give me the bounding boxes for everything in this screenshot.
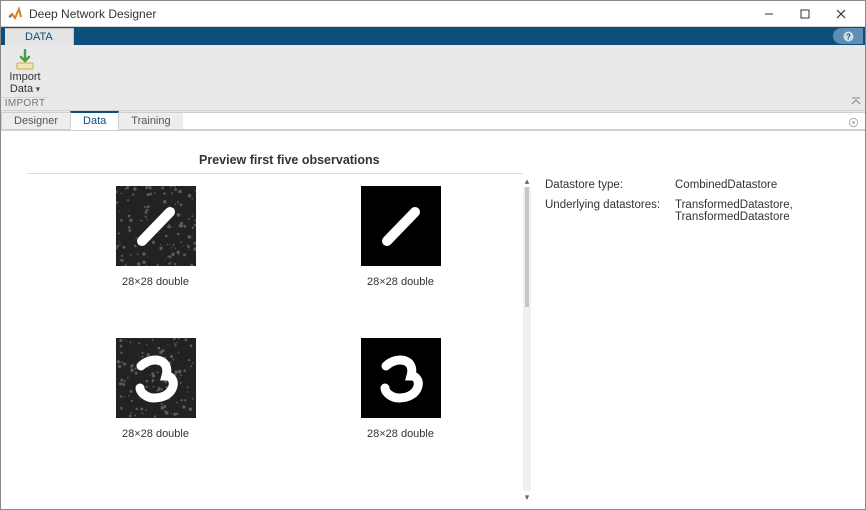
help-button[interactable]: ? bbox=[833, 28, 863, 44]
tab-options-icon[interactable] bbox=[847, 116, 859, 128]
preview-caption: 28×28 double bbox=[328, 276, 473, 288]
tab-data[interactable]: Data bbox=[70, 111, 119, 130]
ribbon-group-import: Import Data IMPORT bbox=[1, 45, 49, 109]
preview-thumbnail bbox=[116, 186, 196, 266]
preview-caption: 28×28 double bbox=[328, 428, 473, 440]
info-row-datastore-type: Datastore type: CombinedDatastore bbox=[545, 179, 855, 191]
preview-thumbnail bbox=[361, 186, 441, 266]
preview-cell: 28×28 double bbox=[328, 186, 473, 288]
toolstrip-tab-data[interactable]: DATA bbox=[5, 28, 74, 45]
preview-cell: 28×28 double bbox=[328, 338, 473, 440]
info-pane: Datastore type: CombinedDatastore Underl… bbox=[533, 131, 865, 509]
preview-caption: 28×28 double bbox=[83, 276, 228, 288]
info-row-underlying: Underlying datastores: TransformedDatast… bbox=[545, 199, 855, 223]
matlab-icon bbox=[7, 6, 23, 22]
subtabs-spacer bbox=[183, 112, 865, 130]
tab-training[interactable]: Training bbox=[118, 112, 183, 130]
underlying-label: Underlying datastores: bbox=[545, 199, 675, 223]
scroll-thumb[interactable] bbox=[525, 187, 529, 307]
preview-scrollbar[interactable]: ▴ ▾ bbox=[521, 175, 533, 503]
preview-cell: 28×28 double bbox=[83, 338, 228, 440]
titlebar: Deep Network Designer bbox=[1, 1, 865, 27]
ribbon: Import Data IMPORT bbox=[1, 45, 865, 111]
datastore-type-value: CombinedDatastore bbox=[675, 179, 855, 191]
underlying-value: TransformedDatastore, TransformedDatasto… bbox=[675, 199, 855, 223]
preview-grid: 28×28 double 28×28 double 28×28 double 28×2… bbox=[27, 174, 533, 440]
preview-cell: 28×28 double bbox=[83, 186, 228, 288]
ribbon-group-label: IMPORT bbox=[1, 97, 49, 109]
window-controls bbox=[751, 2, 859, 26]
scroll-up-icon[interactable]: ▴ bbox=[521, 175, 533, 187]
window-title: Deep Network Designer bbox=[29, 7, 751, 21]
import-label-line2: Data bbox=[10, 83, 40, 95]
toolstrip: DATA ? bbox=[1, 27, 865, 45]
import-data-button[interactable]: Import Data bbox=[1, 49, 49, 95]
preview-thumbnail bbox=[361, 338, 441, 418]
tab-designer[interactable]: Designer bbox=[1, 112, 71, 130]
maximize-button[interactable] bbox=[787, 2, 823, 26]
content-area: Preview first five observations 28×28 do… bbox=[1, 131, 865, 509]
import-icon bbox=[13, 49, 37, 71]
collapse-ribbon-icon[interactable] bbox=[851, 97, 861, 108]
scroll-track[interactable] bbox=[523, 187, 531, 491]
datastore-type-label: Datastore type: bbox=[545, 179, 675, 191]
scroll-down-icon[interactable]: ▾ bbox=[521, 491, 533, 503]
preview-thumbnail bbox=[116, 338, 196, 418]
app-window: Deep Network Designer DATA ? bbox=[0, 0, 866, 510]
preview-pane: Preview first five observations 28×28 do… bbox=[1, 131, 533, 509]
preview-caption: 28×28 double bbox=[83, 428, 228, 440]
preview-heading: Preview first five observations bbox=[199, 153, 533, 167]
minimize-button[interactable] bbox=[751, 2, 787, 26]
close-button[interactable] bbox=[823, 2, 859, 26]
svg-text:?: ? bbox=[846, 32, 851, 41]
import-label-line1: Import bbox=[9, 71, 40, 83]
subtabs: Designer Data Training bbox=[1, 111, 865, 131]
